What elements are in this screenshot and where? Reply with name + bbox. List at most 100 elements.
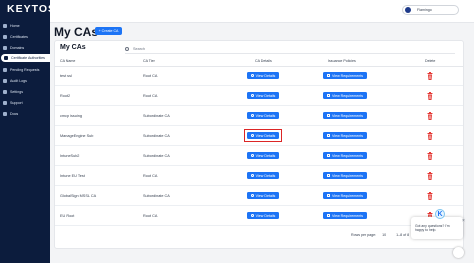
view-requirements-button[interactable]: View Requirements [323,72,367,79]
view-requirements-label: View Requirements [331,153,364,158]
column-header-delete: Delete [425,59,436,63]
info-icon [250,214,254,217]
view-details-label: View Details [255,153,276,158]
rows-per-page-select[interactable]: 10 [382,233,386,237]
ca-name: test ssl [60,74,72,78]
list-icon [3,78,7,83]
top-bar: Flamingo [50,0,474,23]
trash-icon[interactable] [427,152,433,160]
trash-icon[interactable] [427,132,433,140]
table-row: test ssl Root CA View Details View Requirem… [55,66,463,86]
trash-icon[interactable] [427,192,433,200]
sidebar-item-audit-logs[interactable]: Audit Logs [0,75,50,86]
user-menu[interactable]: Flamingo [402,5,459,15]
view-requirements-button[interactable]: View Requirements [323,172,367,179]
view-details-label: View Details [255,113,276,118]
list-icon [326,214,330,217]
rows-per-page-label: Rows per page: [351,233,377,237]
list-icon [326,94,330,97]
card-title: My CAs [60,44,86,51]
column-header-ca-tier[interactable]: CA Tier [143,59,155,63]
trash-icon[interactable] [427,72,433,80]
view-details-label: View Details [255,173,276,178]
view-details-button[interactable]: View Details [247,72,279,79]
home-icon [3,23,7,28]
list-icon [326,114,330,117]
view-details-label: View Details [255,73,276,78]
table-row: cmcp issuing Subordinate CA View Details Vi… [55,106,463,126]
sidebar-item-label: Home [10,23,20,28]
chat-launcher-button[interactable] [453,247,464,258]
ca-name: GlobalSign MSSL CA [60,194,97,198]
view-requirements-button[interactable]: View Requirements [323,112,367,119]
ca-tier: Root CA [143,214,158,218]
sidebar-item-label: Pending Requests [10,67,40,72]
view-details-label: View Details [255,213,276,218]
info-icon [250,194,254,197]
sidebar-item-label: Domains [10,45,25,50]
search-input[interactable]: Search [125,44,455,54]
view-details-button[interactable]: View Details [247,132,279,139]
info-icon [250,74,254,77]
table-body: test ssl Root CA View Details View Requirem… [55,66,463,226]
view-details-button[interactable]: View Details [247,172,279,179]
chat-avatar: K [435,209,445,219]
trash-icon[interactable] [427,92,433,100]
view-details-button[interactable]: View Details [247,192,279,199]
table-row: EU Root Root CA View Details View Requireme… [55,206,463,226]
view-details-button[interactable]: View Details [247,92,279,99]
view-requirements-button[interactable]: View Requirements [323,152,367,159]
sidebar-item-certificate-authorities[interactable]: Certificate Authorities [1,54,50,62]
list-icon [326,174,330,177]
sidebar-item-support[interactable]: Support [0,97,50,108]
list-icon [326,74,330,77]
document-icon [3,111,7,116]
ca-tier: Root CA [143,174,158,178]
view-details-button[interactable]: View Details [247,212,279,219]
view-details-label: View Details [255,133,276,138]
sidebar-item-docs[interactable]: Docs [0,108,50,119]
sidebar-item-certificates[interactable]: Certificates [0,31,50,42]
view-requirements-button[interactable]: View Requirements [323,92,367,99]
view-requirements-button[interactable]: View Requirements [323,192,367,199]
ca-tier: Subordinate CA [143,114,170,118]
view-requirements-label: View Requirements [331,173,364,178]
sidebar-item-home[interactable]: Home [0,20,50,31]
chat-close-icon[interactable]: × [462,218,465,224]
view-requirements-button[interactable]: View Requirements [323,212,367,219]
pagination-range: 1–8 of 8 [396,233,410,237]
sidebar-item-settings[interactable]: Settings [0,86,50,97]
info-icon [250,154,254,157]
sidebar: KEYTOS Home Certificates Domains Certifi… [0,0,55,263]
avatar [405,7,411,13]
sidebar-item-pending-requests[interactable]: Pending Requests [0,64,50,75]
sidebar-item-label: Support [10,100,23,105]
ca-name: IntuneSub2 [60,154,80,158]
ca-table-card: My CAs Search CA Name CA Tier CA Details… [54,40,464,249]
view-details-button[interactable]: View Details [247,112,279,119]
column-header-issuance-policies: Issuance Policies [328,59,356,63]
view-details-label: View Details [255,193,276,198]
sidebar-item-label: Certificates [10,34,28,39]
ca-name: ManageEngine Sub [60,134,94,138]
view-requirements-button[interactable]: View Requirements [323,132,367,139]
trash-icon[interactable] [427,112,433,120]
ca-name: Intune EU Test [60,174,85,178]
gear-icon [3,89,7,94]
chat-popup: Got any questions? I'm happy to help. [411,217,463,239]
create-ca-button[interactable]: + Create CA [95,27,122,35]
sidebar-item-label: Certificate Authorities [11,56,45,60]
view-requirements-label: View Requirements [331,133,364,138]
ca-name: EU Root [60,214,75,218]
sidebar-item-domains[interactable]: Domains [0,42,50,53]
view-details-button[interactable]: View Details [247,152,279,159]
sidebar-item-label: Settings [10,89,23,94]
ca-tier: Root CA [143,94,158,98]
table-row: Intune EU Test Root CA View Details View Re… [55,166,463,186]
ca-name: cmcp issuing [60,114,82,118]
column-header-ca-name[interactable]: CA Name [60,59,75,63]
table-row: Root2 Root CA View Details View Requirement… [55,86,463,106]
view-details-label: View Details [255,93,276,98]
trash-icon[interactable] [427,172,433,180]
sidebar-item-label: Docs [10,111,19,116]
